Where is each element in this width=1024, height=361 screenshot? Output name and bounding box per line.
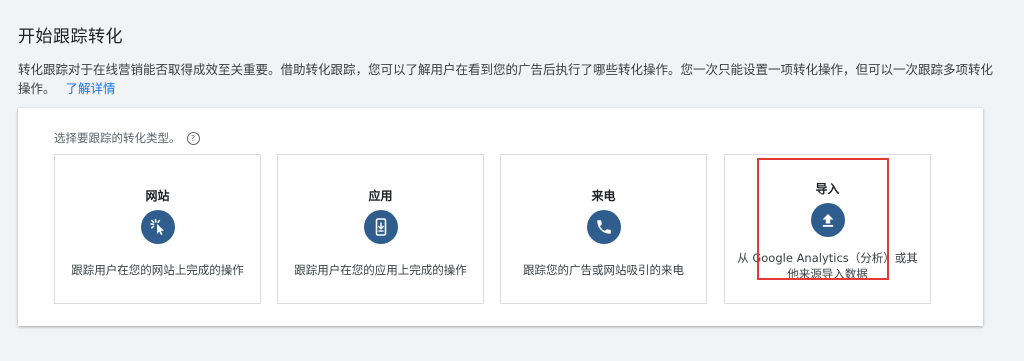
prompt-text: 选择要跟踪的转化类型。 [54, 131, 181, 145]
conversion-type-panel: 选择要跟踪的转化类型。 ? 网站 跟踪用户在您的网站上完成的操作 应用 跟踪用户… [18, 108, 983, 326]
option-website[interactable]: 网站 跟踪用户在您的网站上完成的操作 [54, 154, 261, 304]
option-title: 导入 [815, 182, 840, 196]
learn-more-link[interactable]: 了解详情 [66, 81, 116, 96]
help-icon[interactable]: ? [186, 131, 200, 145]
option-title: 网站 [145, 189, 170, 203]
option-description: 跟踪用户在您的应用上完成的操作 [294, 263, 467, 277]
option-import[interactable]: 导入 从 Google Analytics（分析）或其他来源导入数据 [724, 154, 931, 304]
conversion-type-prompt: 选择要跟踪的转化类型。 ? [54, 130, 200, 146]
option-phone-calls[interactable]: 来电 跟踪您的广告或网站吸引的来电 [500, 154, 707, 304]
cursor-click-icon [140, 210, 175, 244]
option-description: 跟踪您的广告或网站吸引的来电 [523, 263, 684, 277]
mobile-download-icon [363, 210, 398, 244]
intro-description: 转化跟踪对于在线营销能否取得成效至关重要。借助转化跟踪，您可以了解用户在看到您的… [18, 60, 993, 98]
upload-icon [810, 203, 845, 237]
phone-icon [586, 210, 621, 244]
intro-text: 转化跟踪对于在线营销能否取得成效至关重要。借助转化跟踪，您可以了解用户在看到您的… [18, 62, 994, 96]
option-description: 跟踪用户在您的网站上完成的操作 [71, 263, 244, 277]
option-title: 来电 [591, 189, 616, 203]
option-description: 从 Google Analytics（分析）或其他来源导入数据 [737, 251, 918, 281]
page-title: 开始跟踪转化 [18, 27, 123, 47]
option-title: 应用 [368, 189, 393, 203]
option-app[interactable]: 应用 跟踪用户在您的应用上完成的操作 [277, 154, 484, 304]
